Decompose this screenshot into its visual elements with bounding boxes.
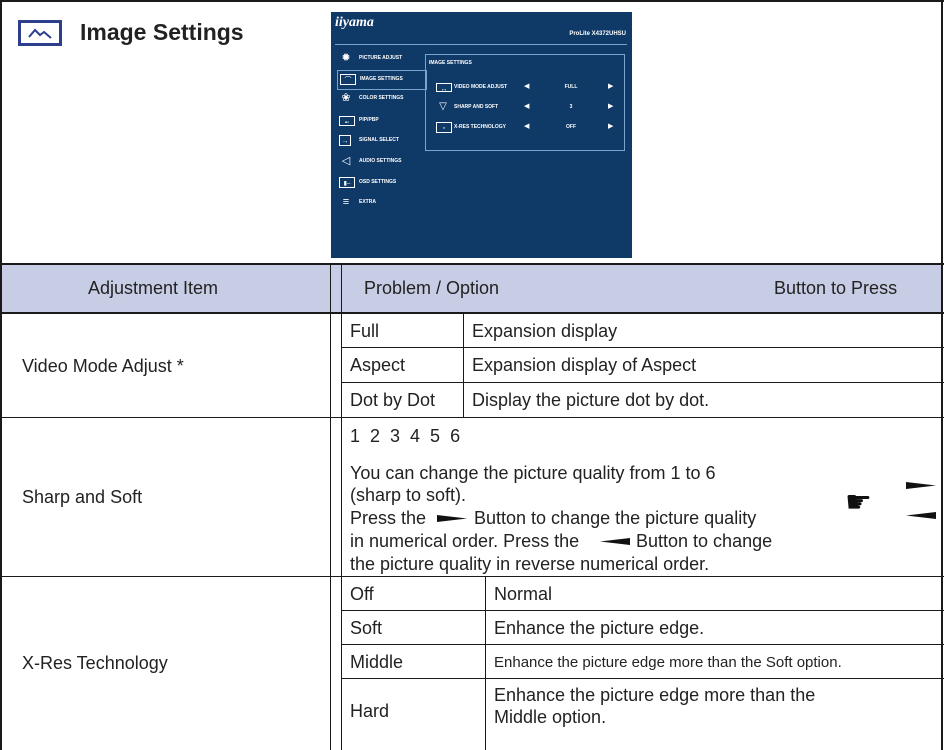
sharp-soft-line-4a: in numerical order. Press the — [350, 531, 580, 551]
osd-row-label: VIDEO MODE ADJUST — [454, 84, 508, 90]
header-button-to-press: Button to Press — [774, 278, 898, 298]
osd-row-sharp-soft: ▽ SHARP AND SOFT ◀ 3 ▶ — [426, 99, 624, 117]
osd-icon: ▮– — [339, 177, 355, 188]
osd-row-video-mode: ↔ VIDEO MODE ADJUST ◀ FULL ▶ — [426, 79, 624, 97]
header-adjustment-item: Adjustment Item — [88, 278, 219, 298]
osd-menu-item-extra: ≡ EXTRA — [337, 194, 425, 212]
desc-dot-by-dot: Display the picture dot by dot. — [472, 390, 710, 410]
osd-model-name: ProLite X4372UHSU — [569, 31, 626, 37]
left-button-icon — [906, 512, 936, 519]
option-middle: Middle — [350, 652, 404, 672]
osd-row-label: SHARP AND SOFT — [454, 104, 499, 110]
osd-brand-logo: iiyama — [335, 15, 374, 30]
osd-menu-item-color-settings: ❀ COLOR SETTINGS — [337, 90, 425, 108]
desc-off: Normal — [494, 584, 553, 604]
osd-row-value: OFF — [566, 124, 576, 130]
option-soft: Soft — [350, 618, 383, 638]
osd-menu-item-signal-select: → SIGNAL SELECT — [337, 132, 425, 150]
speaker-icon: ◁ — [341, 155, 351, 167]
sharp-soft-line-3b: Button to change the picture quality — [474, 508, 757, 528]
osd-row-value: 3 — [569, 104, 573, 110]
item-video-mode-adjust: Video Mode Adjust * — [22, 356, 184, 376]
left-button-icon — [600, 538, 630, 545]
sharp-icon: ▽ — [439, 101, 447, 112]
osd-divider — [335, 44, 627, 45]
desc-hard-line-1: Enhance the picture edge more than the — [494, 685, 816, 705]
osd-panel-title: IMAGE SETTINGS — [429, 60, 472, 66]
pointing-hand-icon: ☛ — [845, 486, 872, 519]
right-button-icon — [906, 482, 936, 489]
sharp-soft-line-3a: Press the — [350, 508, 427, 528]
desc-full: Expansion display — [472, 321, 618, 341]
osd-menu-label: SIGNAL SELECT — [359, 137, 399, 143]
sharp-soft-line-5: the picture quality in reverse numerical… — [350, 554, 710, 574]
section-title: Image Settings — [80, 19, 244, 45]
osd-menu-label: OSD SETTINGS — [359, 179, 397, 185]
osd-row-xres: ▫ X-RES TECHNOLOGY ◀ OFF ▶ — [426, 119, 624, 137]
arrow-left-icon: ◀ — [524, 123, 530, 130]
header-problem-option: Problem / Option — [364, 278, 500, 298]
sharp-soft-values: 1 2 3 4 5 6 — [350, 426, 461, 446]
desc-aspect: Expansion display of Aspect — [472, 355, 697, 375]
video-mode-icon: ↔ — [436, 83, 452, 93]
desc-soft: Enhance the picture edge. — [494, 618, 705, 638]
arrow-right-icon: ▶ — [608, 103, 614, 110]
osd-menu-item-audio-settings: ◁ AUDIO SETTINGS — [337, 153, 425, 171]
arrow-left-icon: ◀ — [524, 83, 530, 90]
osd-row-label: X-RES TECHNOLOGY — [454, 124, 506, 130]
desc-hard-line-2: Middle option. — [494, 707, 607, 727]
input-icon: → — [339, 135, 351, 146]
arrow-right-icon: ▶ — [608, 123, 614, 130]
arrow-right-icon: ▶ — [608, 83, 614, 90]
osd-menu-label: PIP/PBP — [359, 117, 379, 123]
option-off: Off — [350, 584, 374, 604]
image-icon: ⌒ — [340, 74, 356, 85]
right-button-icon — [437, 515, 467, 522]
osd-menu-item-image-settings: ⌒ IMAGE SETTINGS — [337, 70, 427, 90]
desc-middle: Enhance the picture edge more than the S… — [494, 654, 842, 671]
item-sharp-and-soft: Sharp and Soft — [22, 487, 143, 507]
pip-icon: ▪▫ — [339, 116, 355, 126]
sharp-soft-line-4b: Button to change — [636, 531, 773, 551]
osd-panel: IMAGE SETTINGS ↔ VIDEO MODE ADJUST ◀ FUL… — [425, 54, 625, 151]
osd-menu-label: PICTURE ADJUST — [359, 55, 403, 61]
osd-menu-label: EXTRA — [359, 199, 376, 205]
option-dot-by-dot: Dot by Dot — [350, 390, 436, 410]
arrow-left-icon: ◀ — [524, 103, 530, 110]
osd-menu-item-pip-pbp: ▪▫ PIP/PBP — [337, 112, 425, 130]
color-icon: ❀ — [341, 92, 351, 104]
osd-menu-item-osd-settings: ▮– OSD SETTINGS — [337, 174, 425, 192]
osd-menu-label: COLOR SETTINGS — [359, 95, 404, 101]
osd-menu-label: AUDIO SETTINGS — [359, 158, 402, 164]
osd-screen: iiyama ProLite X4372UHSU ✹ PICTURE ADJUS… — [331, 12, 632, 258]
osd-menu-label: IMAGE SETTINGS — [360, 76, 403, 82]
osd-row-value: FULL — [564, 84, 578, 90]
sharp-soft-line-1: You can change the picture quality from … — [350, 463, 716, 483]
option-aspect: Aspect — [350, 355, 406, 375]
sharp-soft-line-2: (sharp to soft). — [350, 485, 467, 505]
item-x-res-technology: X-Res Technology — [22, 653, 168, 673]
option-full: Full — [350, 321, 380, 341]
sun-icon: ✹ — [341, 52, 351, 64]
sliders-icon: ≡ — [342, 196, 350, 208]
option-hard: Hard — [350, 701, 390, 721]
image-icon — [18, 20, 62, 46]
osd-menu-item-picture-adjust: ✹ PICTURE ADJUST — [337, 50, 425, 68]
xres-icon: ▫ — [436, 122, 452, 133]
